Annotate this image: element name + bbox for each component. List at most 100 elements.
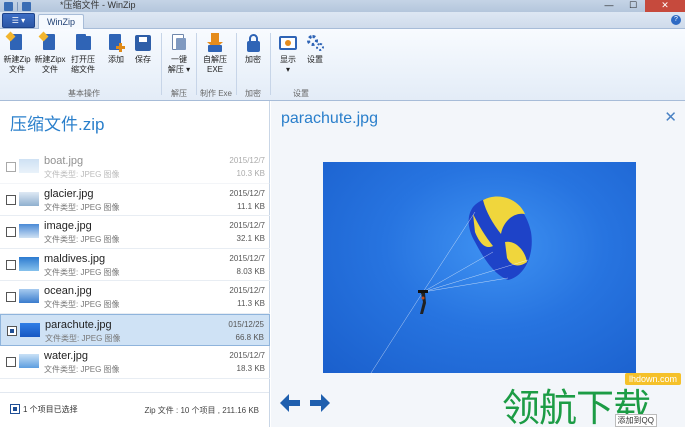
open-archive-icon xyxy=(73,33,93,53)
new-zip-label: 新建Zip 文件 xyxy=(3,55,31,74)
encrypt-label: 加密 xyxy=(245,55,261,64)
file-menu-button[interactable]: ☰ ▾ xyxy=(2,13,35,28)
selection-status: 1 个项目已选择 xyxy=(23,405,78,414)
row-checkbox[interactable] xyxy=(6,162,16,172)
thumbnail-image xyxy=(20,322,40,337)
row-checkbox[interactable] xyxy=(6,357,16,367)
previous-image-arrow-icon[interactable] xyxy=(280,394,302,412)
help-icon[interactable]: ? xyxy=(671,15,681,25)
open-archive-label: 打开压 缩文件 xyxy=(71,55,95,74)
archive-title: 压缩文件.zip xyxy=(10,115,105,134)
window-controls: — ☐ ✕ xyxy=(597,0,685,12)
file-date: 2015/12/7 xyxy=(229,188,265,198)
row-checkbox[interactable] xyxy=(6,194,16,205)
file-size: 66.8 KB xyxy=(235,332,264,342)
thumbnail-image xyxy=(19,224,39,238)
self-extract-icon xyxy=(205,33,225,53)
ribbon-separator xyxy=(270,33,271,95)
ribbon-separator xyxy=(161,33,162,95)
save-label: 保存 xyxy=(135,55,151,64)
file-size: 18.3 KB xyxy=(236,364,265,373)
parasail-canopy xyxy=(468,196,532,280)
file-date: 015/12/25 xyxy=(228,319,264,329)
file-type: 文件类型: JPEG 图像 xyxy=(45,333,121,343)
watermark: lhdown.com 领航下载 添加到QQ xyxy=(500,373,685,427)
add-file-icon xyxy=(106,33,126,53)
self-extract-exe-button[interactable]: 自解压 EXE xyxy=(200,33,230,75)
row-checkbox[interactable] xyxy=(6,292,16,302)
qat-new-icon[interactable] xyxy=(4,1,13,11)
file-type: 文件类型: JPEG 图像 xyxy=(44,300,120,309)
ribbon-tab-strip: ☰ ▾ WinZip ? xyxy=(0,12,685,30)
archive-pane: 压缩文件.zip boat.jpg 文件类型: JPEG 图像 2015/12/… xyxy=(0,101,270,427)
save-icon xyxy=(133,33,153,53)
open-archive-button[interactable]: 打开压 缩文件 xyxy=(68,33,98,75)
list-item[interactable]: maldives.jpg 文件类型: JPEG 图像 2015/12/7 8.0… xyxy=(0,249,270,281)
file-size: 32.1 KB xyxy=(236,234,265,243)
encrypt-button[interactable]: 加密 xyxy=(241,33,265,65)
group-label-exe: 制作 Exe xyxy=(199,89,232,98)
one-click-unzip-icon xyxy=(169,33,189,53)
file-size: 11.1 KB xyxy=(237,201,265,211)
window-title: *压缩文件 - WinZip xyxy=(60,0,136,10)
close-preview-icon[interactable]: ✕ xyxy=(664,108,677,126)
row-checkbox[interactable] xyxy=(7,325,17,336)
settings-icon xyxy=(305,33,325,53)
file-size: 8.03 KB xyxy=(236,266,265,276)
thumbnail-image xyxy=(19,256,39,271)
file-name: parachute.jpg xyxy=(45,318,112,331)
row-checkbox[interactable] xyxy=(6,227,16,237)
add-to-qq-button[interactable]: 添加到QQ xyxy=(614,414,657,427)
list-item[interactable]: glacier.jpg 文件类型: JPEG 图像 2015/12/7 11.1… xyxy=(0,184,270,216)
parasail-bar xyxy=(418,290,428,293)
list-item[interactable]: water.jpg 文件类型: JPEG 图像 2015/12/7 18.3 K… xyxy=(0,346,270,379)
settings-button[interactable]: 设置 xyxy=(303,33,327,65)
one-click-unzip-label: 一键 解压 ▾ xyxy=(167,55,191,74)
row-checkbox[interactable] xyxy=(6,259,16,270)
add-label: 添加 xyxy=(108,55,124,64)
file-type: 文件类型: JPEG 图像 xyxy=(44,202,120,212)
title-bar: *压缩文件 - WinZip — ☐ ✕ xyxy=(0,0,685,12)
file-list: boat.jpg 文件类型: JPEG 图像 2015/12/7 10.3 KB… xyxy=(0,151,270,379)
qat-separator xyxy=(17,1,18,11)
list-item[interactable]: boat.jpg 文件类型: JPEG 图像 2015/12/7 10.3 KB xyxy=(0,151,270,184)
preview-image xyxy=(323,162,636,373)
qat-save-icon[interactable] xyxy=(22,1,31,11)
tab-winzip[interactable]: WinZip xyxy=(38,14,84,30)
file-name: image.jpg xyxy=(44,220,92,232)
new-zipx-button[interactable]: 新建Zipx 文件 xyxy=(33,31,67,75)
save-button[interactable]: 保存 xyxy=(131,33,155,65)
file-size: 10.3 KB xyxy=(236,169,265,178)
minimize-button[interactable]: — xyxy=(597,0,621,12)
settings-label: 设置 xyxy=(307,55,323,64)
parasailer-figure xyxy=(420,293,426,314)
next-image-arrow-icon[interactable] xyxy=(308,394,330,412)
thumbnail-image xyxy=(19,159,39,173)
file-type: 文件类型: JPEG 图像 xyxy=(44,267,120,277)
file-type: 文件类型: JPEG 图像 xyxy=(44,235,120,244)
group-label-settings: 设置 xyxy=(293,89,309,98)
lock-icon xyxy=(243,33,263,53)
ribbon-separator xyxy=(236,33,237,95)
status-bar: 1 个项目已选择 Zip 文件 : 10 个项目 , 211.16 KB xyxy=(0,392,269,427)
view-button[interactable]: 显示 ▾ xyxy=(276,33,300,75)
close-button[interactable]: ✕ xyxy=(645,0,685,12)
one-click-unzip-button[interactable]: 一键 解压 ▾ xyxy=(166,33,192,75)
new-zipx-icon xyxy=(38,31,60,53)
file-name: glacier.jpg xyxy=(44,187,94,200)
selection-checkbox[interactable] xyxy=(10,404,20,414)
list-item-selected[interactable]: parachute.jpg 文件类型: JPEG 图像 015/12/25 66… xyxy=(0,313,270,346)
view-label: 显示 ▾ xyxy=(280,55,296,74)
new-zip-button[interactable]: 新建Zip 文件 xyxy=(3,31,31,75)
file-name: maldives.jpg xyxy=(44,252,106,265)
file-name: ocean.jpg xyxy=(44,285,92,297)
zip-info: Zip 文件 : 10 个项目 , 211.16 KB xyxy=(144,406,259,415)
maximize-button[interactable]: ☐ xyxy=(621,0,645,12)
list-item[interactable]: image.jpg 文件类型: JPEG 图像 2015/12/7 32.1 K… xyxy=(0,216,270,249)
list-item[interactable]: ocean.jpg 文件类型: JPEG 图像 2015/12/7 11.3 K… xyxy=(0,281,270,314)
file-name: water.jpg xyxy=(44,350,89,362)
file-date: 2015/12/7 xyxy=(229,286,265,295)
add-button[interactable]: 添加 xyxy=(104,33,128,65)
thumbnail-image xyxy=(19,354,39,368)
file-type: 文件类型: JPEG 图像 xyxy=(44,170,120,179)
